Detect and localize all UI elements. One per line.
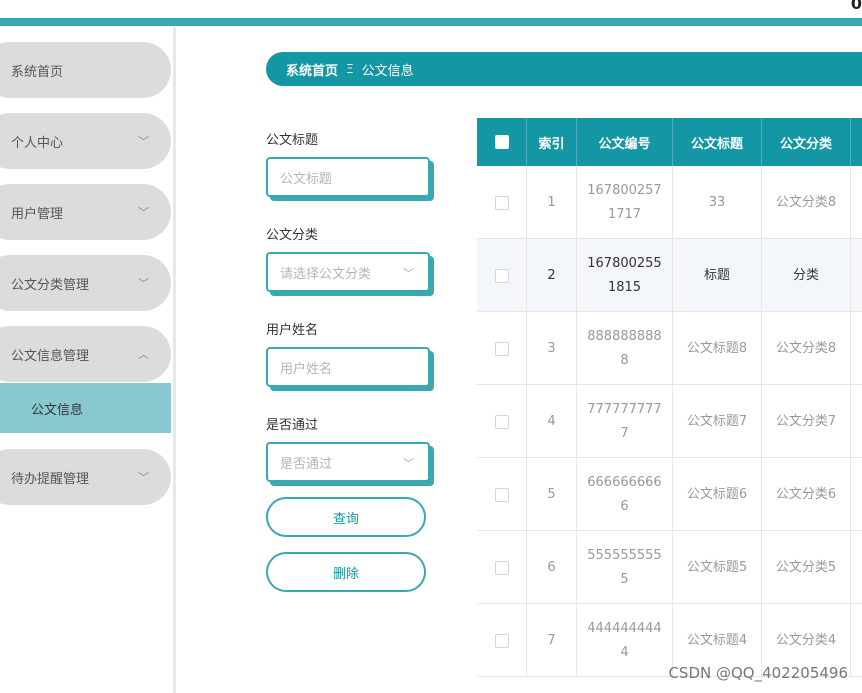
breadcrumb-separator-icon: Ξ [346, 62, 354, 76]
category-select-placeholder: 请选择公文分类 [280, 266, 372, 282]
chevron-down-icon: ﹀ [138, 277, 149, 290]
row-checkbox-cell [477, 531, 527, 604]
title-search-placeholder: 公文标题 [280, 171, 333, 187]
row-checkbox[interactable] [494, 195, 509, 210]
cell-number: 6666666666 [577, 458, 673, 531]
menu-item-user-management[interactable]: 用户管理 ﹀ [0, 184, 171, 240]
row-checkbox[interactable] [494, 341, 509, 356]
cell-category: 公文分类5 [762, 531, 851, 604]
menu-item-personal-center[interactable]: 个人中心 ﹀ [0, 113, 171, 169]
cell-title: 公文标题5 [673, 531, 762, 604]
submenu-item-label: 公文信息 [31, 402, 84, 418]
menu-item-label: 公文信息管理 [11, 348, 90, 364]
table-header: 索引 公文编号 公文标题 公文分类 [477, 118, 862, 166]
category-select[interactable]: 请选择公文分类 ﹀ [266, 252, 430, 292]
cell-index: 2 [527, 239, 577, 312]
cell-index: 4 [527, 385, 577, 458]
row-checkbox[interactable] [494, 633, 509, 648]
row-checkbox[interactable] [494, 414, 509, 429]
user-name-placeholder: 用户姓名 [280, 361, 333, 377]
title-search-input[interactable]: 公文标题 [266, 157, 430, 197]
cell-index: 1 [527, 166, 577, 239]
chevron-up-icon: ︿ [138, 348, 149, 361]
header-title[interactable]: 公文标题 [673, 118, 762, 166]
header-category[interactable]: 公文分类 [762, 118, 851, 166]
cell-title: 标题 [673, 239, 762, 312]
menu-item-category-management[interactable]: 公文分类管理 ﹀ [0, 255, 171, 311]
menu-item-todo-management[interactable]: 待办提醒管理 ﹀ [0, 449, 171, 505]
breadcrumb: 系统首页 Ξ 公文信息 [266, 52, 862, 86]
chevron-down-icon: ﹀ [138, 135, 149, 148]
row-checkbox[interactable] [494, 560, 509, 575]
sidebar: 系统首页 个人中心 ﹀ 用户管理 ﹀ 公文分类管理 ﹀ 公文信息管理 ︿ 公文信… [0, 27, 176, 693]
cell-category: 公文分类7 [762, 385, 851, 458]
cell-category: 公文分类8 [762, 312, 851, 385]
cell-number: 1678002571717 [577, 166, 673, 239]
table-row[interactable]: 6 5555555555 公文标题5 公文分类5 [477, 531, 862, 604]
menu-item-document-management[interactable]: 公文信息管理 ︿ [0, 326, 171, 382]
header-number[interactable]: 公文编号 [577, 118, 673, 166]
row-checkbox-cell [477, 458, 527, 531]
cell-number: 1678002551815 [577, 239, 673, 312]
user-filter-label: 用户姓名 [266, 323, 319, 338]
cell-index: 5 [527, 458, 577, 531]
row-checkbox-cell [477, 166, 527, 239]
cell-category: 公文分类8 [762, 166, 851, 239]
menu-item-label: 公文分类管理 [11, 277, 90, 293]
table-row[interactable]: 2 1678002551815 标题 分类 [477, 239, 862, 312]
table-row[interactable]: 4 7777777777 公文标题7 公文分类7 [477, 385, 862, 458]
menu-item-label: 系统首页 [11, 64, 64, 80]
chevron-down-icon: ﹀ [138, 206, 149, 219]
breadcrumb-home[interactable]: 系统首页 [286, 60, 338, 79]
cell-title: 公文标题8 [673, 312, 762, 385]
menu-item-label: 个人中心 [11, 135, 64, 151]
cell-number: 5555555555 [577, 531, 673, 604]
cell-number: 4444444444 [577, 604, 673, 677]
cell-number: 7777777777 [577, 385, 673, 458]
cell-category: 公文分类6 [762, 458, 851, 531]
cell-number: 8888888888 [577, 312, 673, 385]
row-checkbox[interactable] [494, 487, 509, 502]
passed-select[interactable]: 是否通过 ﹀ [266, 442, 430, 482]
chevron-down-icon: ﹀ [403, 457, 414, 470]
row-checkbox-cell [477, 239, 527, 312]
table-row[interactable]: 1 1678002571717 33 公文分类8 [477, 166, 862, 239]
submenu-item-document-info[interactable]: 公文信息 [0, 383, 171, 433]
user-name-input[interactable]: 用户姓名 [266, 347, 430, 387]
row-checkbox[interactable] [494, 268, 509, 283]
watermark: CSDN @QQ_402205496 [668, 664, 848, 682]
cell-index: 3 [527, 312, 577, 385]
delete-button[interactable]: 删除 [266, 552, 426, 592]
cell-title: 33 [673, 166, 762, 239]
passed-select-placeholder: 是否通过 [280, 456, 333, 472]
cell-index: 7 [527, 604, 577, 677]
chevron-down-icon: ﹀ [403, 267, 414, 280]
cell-title: 公文标题6 [673, 458, 762, 531]
top-bar: 0 [0, 0, 862, 27]
row-checkbox-cell [477, 385, 527, 458]
select-all-checkbox[interactable] [494, 135, 509, 149]
top-corner-glyph: 0 [850, 0, 862, 13]
cell-index: 6 [527, 531, 577, 604]
title-filter-label: 公文标题 [266, 133, 319, 148]
table-row[interactable]: 5 6666666666 公文标题6 公文分类6 [477, 458, 862, 531]
category-filter-label: 公文分类 [266, 228, 319, 243]
menu-item-label: 待办提醒管理 [11, 471, 90, 487]
top-accent-stripe [0, 18, 862, 26]
select-all-checkbox-cell[interactable] [477, 118, 527, 166]
cell-title: 公文标题7 [673, 385, 762, 458]
row-checkbox-cell [477, 604, 527, 677]
query-button[interactable]: 查询 [266, 497, 426, 537]
passed-filter-label: 是否通过 [266, 418, 319, 433]
breadcrumb-current: 公文信息 [361, 63, 414, 79]
chevron-down-icon: ﹀ [138, 471, 149, 484]
header-index[interactable]: 索引 [527, 118, 577, 166]
table-row[interactable]: 3 8888888888 公文标题8 公文分类8 [477, 312, 862, 385]
menu-item-label: 用户管理 [11, 206, 64, 222]
menu-item-home[interactable]: 系统首页 [0, 42, 171, 98]
cell-category: 分类 [762, 239, 851, 312]
row-checkbox-cell [477, 312, 527, 385]
